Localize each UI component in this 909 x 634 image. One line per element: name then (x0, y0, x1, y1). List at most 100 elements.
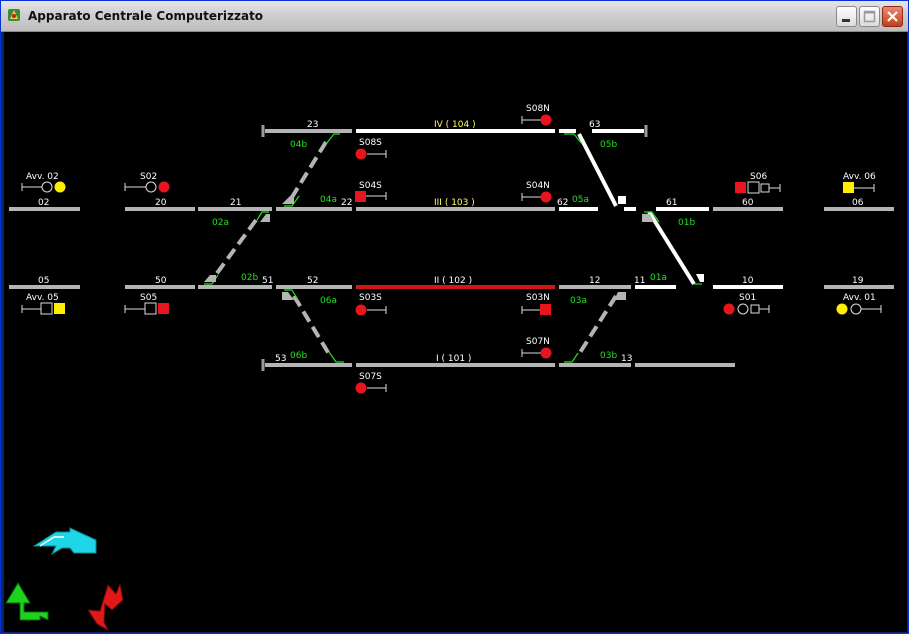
label-binario-i: I ( 101 ) (436, 354, 471, 364)
label-signal-s06: S06 (750, 172, 767, 182)
signal-s08s[interactable]: S08S (355, 138, 387, 160)
label-signal-s03n: S03N (526, 293, 550, 303)
label-track-50: 50 (155, 276, 167, 286)
label-track-10: 10 (742, 276, 754, 286)
signal-avv02[interactable]: Avv. 02 (21, 172, 66, 193)
avv06-yellow-lamp (843, 182, 854, 193)
label-signal-s03s: S03S (359, 293, 382, 303)
label-switch-04b: 04b (290, 140, 307, 150)
switch-03b-tongue (564, 352, 579, 363)
switch-tongues (204, 133, 702, 363)
minimize-icon (842, 19, 850, 22)
signal-s01[interactable]: S01 (723, 293, 770, 315)
title-bar[interactable]: Apparato Centrale Computerizzato (1, 1, 908, 32)
switch-01a-marker[interactable] (696, 274, 704, 282)
green-back-arrow-icon (5, 582, 49, 621)
signal-s08n[interactable]: S08N (521, 104, 552, 126)
switch-06a-marker[interactable] (282, 292, 294, 300)
label-track-63: 63 (589, 120, 600, 130)
label-track-12: 12 (589, 276, 600, 286)
window-title: Apparato Centrale Computerizzato (28, 9, 264, 23)
label-binario-ii: II ( 102 ) (434, 276, 472, 286)
app-icon (8, 9, 20, 21)
label-signal-avv05: Avv. 05 (26, 293, 59, 303)
signal-avv05[interactable]: Avv. 05 (21, 293, 65, 315)
switch-labels: 04b 04a 02a 02b 06a 06b 05b 05a 01b 01a … (212, 140, 695, 361)
s03n-red-lamp (540, 304, 551, 315)
label-switch-01b: 01b (678, 218, 695, 228)
switch-05a-marker[interactable] (618, 196, 626, 204)
signal-s07n[interactable]: S07N (521, 337, 552, 359)
app-window: Apparato Centrale Computerizzato 02 20 2… (0, 0, 909, 634)
label-signal-avv06: Avv. 06 (843, 172, 876, 182)
s04n-red-lamp (540, 191, 552, 203)
label-signal-s04n: S04N (526, 181, 550, 191)
label-signal-s02: S02 (140, 172, 157, 182)
s02-red-lamp (158, 181, 170, 193)
s03s-red-lamp (355, 304, 367, 316)
track-diagram-canvas: 02 20 21 22 23 63 62 61 60 06 05 50 51 5… (4, 32, 907, 632)
label-switch-02b: 02b (241, 273, 258, 283)
label-switch-01a: 01a (650, 273, 667, 283)
label-track-11: 11 (634, 276, 645, 286)
switch-06b-tongue (328, 351, 344, 363)
avv01-yellow-lamp (836, 303, 848, 315)
signal-avv06[interactable]: Avv. 06 (843, 172, 876, 193)
label-switch-04a: 04a (320, 195, 337, 205)
label-switch-06b: 06b (290, 351, 307, 361)
signal-s03n[interactable]: S03N (521, 293, 551, 315)
label-track-52: 52 (307, 276, 318, 286)
back-button[interactable] (5, 582, 49, 621)
close-button[interactable] (882, 6, 903, 27)
cancel-button[interactable] (87, 582, 124, 632)
label-track-06: 06 (852, 198, 864, 208)
label-switch-03b: 03b (600, 351, 617, 361)
signal-s04s[interactable]: S04S (355, 181, 387, 202)
s07n-red-lamp (540, 347, 552, 359)
avv05-dark-lamp (40, 302, 53, 315)
label-switch-05b: 05b (600, 140, 617, 150)
switch-04a-marker[interactable] (282, 196, 294, 204)
cyan-route-arrow-icon (32, 527, 97, 556)
signal-s07s[interactable]: S07S (355, 372, 387, 394)
switch-04b-tongue (325, 133, 340, 145)
label-track-62: 62 (557, 198, 568, 208)
label-binario-iv: IV ( 104 ) (434, 120, 476, 130)
s05-red-lamp (158, 303, 169, 314)
label-track-60: 60 (742, 198, 754, 208)
signal-s02[interactable]: S02 (124, 172, 170, 193)
maximize-button[interactable] (859, 6, 880, 27)
signal-s04n[interactable]: S04N (521, 181, 552, 203)
label-track-05: 05 (38, 276, 49, 286)
signal-s06[interactable]: S06 (735, 172, 781, 194)
route-button[interactable] (32, 527, 97, 556)
label-signal-avv02: Avv. 02 (26, 172, 59, 182)
switch-02a-marker[interactable] (260, 214, 270, 222)
s01-red-lamp (723, 303, 735, 315)
avv02-dark-lamp (41, 181, 53, 193)
label-track-22: 22 (341, 198, 352, 208)
switch-02-diagonal[interactable] (210, 218, 258, 282)
label-track-23: 23 (307, 120, 318, 130)
label-switch-05a: 05a (572, 195, 589, 205)
label-switch-02a: 02a (212, 218, 229, 228)
label-signal-s07n: S07N (526, 337, 550, 347)
switch-04-diagonal[interactable] (287, 140, 328, 204)
label-signal-avv01: Avv. 01 (843, 293, 876, 303)
label-track-02: 02 (38, 198, 49, 208)
avv01-dark-lamp (850, 303, 862, 315)
s06-red-lamp (735, 182, 746, 193)
switch-02b-marker[interactable] (204, 275, 216, 282)
signal-avv01[interactable]: Avv. 01 (836, 293, 882, 315)
label-track-51: 51 (262, 276, 273, 286)
signal-s03s[interactable]: S03S (355, 293, 387, 316)
signal-s05[interactable]: S05 (124, 293, 169, 315)
s01-dark-lamp (737, 303, 749, 315)
s04s-red-lamp (355, 191, 366, 202)
minimize-button[interactable] (836, 6, 857, 27)
label-track-19: 19 (852, 276, 864, 286)
track-diagram: 02 20 21 22 23 63 62 61 60 06 05 50 51 5… (5, 104, 894, 632)
label-signal-s01: S01 (739, 293, 756, 303)
s06-dark-lamp (747, 181, 760, 194)
close-icon (887, 11, 898, 22)
